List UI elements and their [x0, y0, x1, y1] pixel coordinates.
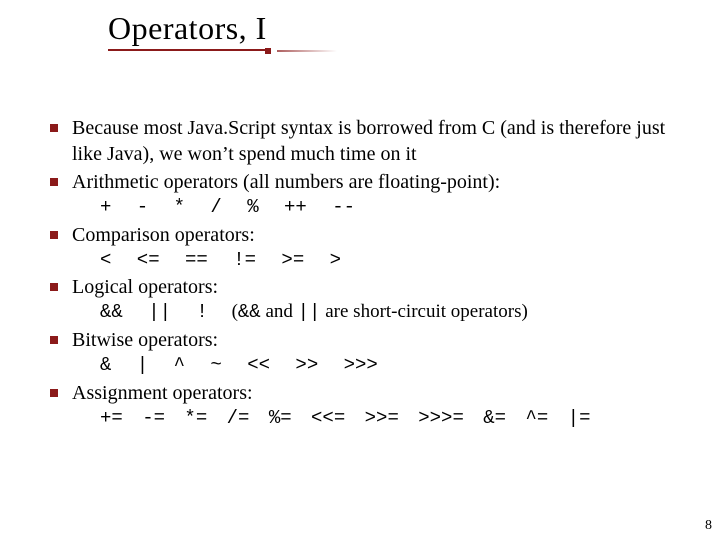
body: Because most Java.Script syntax is borro… [50, 115, 690, 432]
operators-line: && || ! (&& and || are short-circuit ope… [72, 300, 690, 325]
bullet-item: Assignment operators: += -= *= /= %= <<=… [50, 380, 690, 431]
square-bullet-icon [50, 389, 58, 397]
bullet-item: Logical operators: && || ! (&& and || ar… [50, 274, 690, 325]
operators-line: & | ^ ~ << >> >>> [72, 353, 690, 378]
operators-line: < <= == != >= > [72, 248, 690, 273]
note-close: operators) [446, 301, 528, 322]
bullet-text: Arithmetic operators (all numbers are fl… [72, 169, 690, 195]
operators-line: + - * / % ++ -- [72, 195, 690, 220]
bullet-item: Arithmetic operators (all numbers are fl… [50, 169, 690, 220]
page-number: 8 [705, 518, 712, 534]
slide-title: Operators, I [108, 10, 267, 51]
logical-ops: && || ! [100, 301, 208, 323]
square-bullet-icon [50, 124, 58, 132]
or-token: || [298, 301, 321, 323]
square-bullet-icon [50, 336, 58, 344]
operators-line: += -= *= /= %= <<= >>= >>>= &= ^= |= [72, 406, 690, 431]
slide: Operators, I Because most Java.Script sy… [0, 0, 720, 540]
note-and-word: and [261, 301, 298, 322]
bullet-text: Comparison operators: [72, 222, 690, 248]
bullet-text: Assignment operators: [72, 380, 690, 406]
bullet-text: Logical operators: [72, 274, 690, 300]
bullet-text: Bitwise operators: [72, 327, 690, 353]
square-bullet-icon [50, 283, 58, 291]
and-token: && [238, 301, 261, 323]
note-emph: short-circuit [353, 301, 446, 322]
bullet-item: Bitwise operators: & | ^ ~ << >> >>> [50, 327, 690, 378]
bullet-item: Because most Java.Script syntax is borro… [50, 115, 690, 167]
title-decoration [267, 48, 327, 53]
square-bullet-icon [50, 178, 58, 186]
square-bullet-icon [50, 231, 58, 239]
title-block: Operators, I [108, 10, 327, 51]
note-are: are [320, 301, 353, 322]
bullet-item: Comparison operators: < <= == != >= > [50, 222, 690, 273]
bullet-text: Because most Java.Script syntax is borro… [72, 115, 690, 167]
